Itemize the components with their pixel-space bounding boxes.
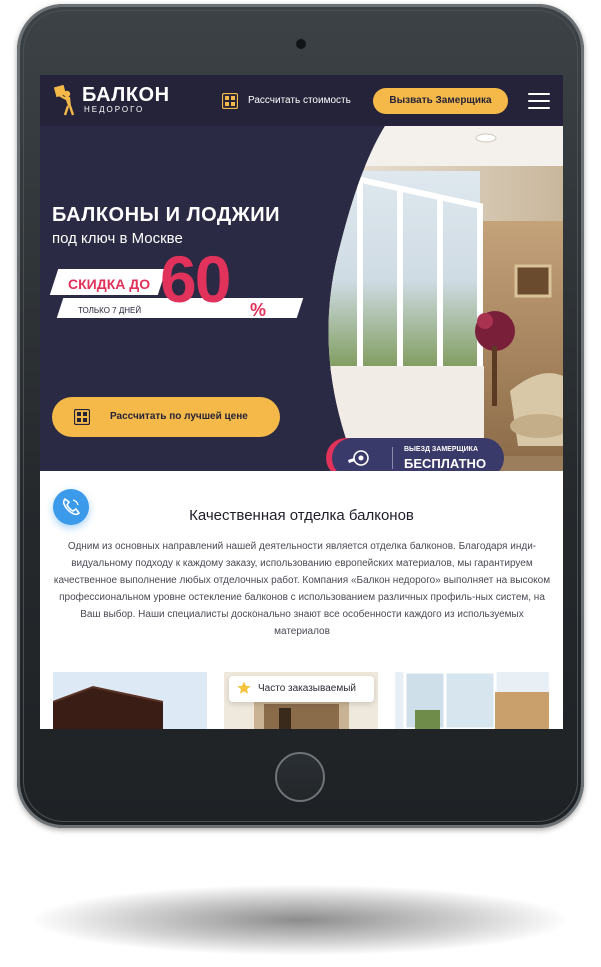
logo-mascot-icon: [53, 84, 75, 116]
calculator-icon: [74, 409, 90, 425]
section-body: Одним из основных направлений нашей деят…: [53, 541, 551, 637]
popular-tag: Часто заказываемый: [229, 676, 374, 702]
product-card[interactable]: [53, 672, 207, 729]
promo-discount-label: СКИДКА ДО: [68, 276, 151, 292]
device-floor-shadow: [35, 885, 566, 955]
calculate-cost-link[interactable]: Рассчитать стоимость: [248, 95, 351, 106]
home-button[interactable]: [275, 752, 325, 802]
calculator-icon: [222, 93, 238, 109]
calculate-best-price-label: Рассчитать по лучшей цене: [110, 411, 248, 422]
section-title: Качественная отделка балконов: [189, 507, 414, 524]
logo-title[interactable]: БАЛКОН: [82, 84, 170, 107]
hero-title: БАЛКОНЫ И ЛОДЖИИ: [52, 204, 281, 226]
badge-divider: [392, 447, 393, 469]
product-card[interactable]: [395, 672, 549, 729]
popular-tag-label: Часто заказываемый: [258, 683, 356, 694]
call-measurer-button[interactable]: Вызвать Замерщика: [373, 88, 508, 114]
promo-percent-sign: %: [250, 300, 267, 320]
card-image: [53, 672, 207, 729]
menu-icon[interactable]: [528, 93, 550, 109]
calculate-best-price-button[interactable]: Рассчитать по лучшей цене: [52, 397, 280, 437]
badge-line2: БЕСПЛАТНО: [404, 456, 487, 471]
free-measurer-badge[interactable]: ВЫЕЗД ЗАМЕРЩИКА БЕСПЛАТНО: [332, 438, 504, 471]
promo-days-label: ТОЛЬКО 7 ДНЕЙ: [78, 306, 142, 315]
tape-measure-icon: [348, 450, 369, 466]
promo-discount-number: 60: [160, 242, 231, 316]
tablet-screen: БАЛКОН НЕДОРОГО Рассчитать стоимость Выз…: [40, 75, 563, 729]
hero-section: БАЛКОНЫ И ЛОДЖИИ под ключ в Москве СКИДК…: [40, 126, 563, 471]
logo-subtitle: НЕДОРОГО: [84, 105, 145, 114]
badge-line1: ВЫЕЗД ЗАМЕРЩИКА: [404, 446, 478, 453]
card-image: [395, 672, 549, 729]
camera-icon: [296, 39, 306, 49]
site-header: БАЛКОН НЕДОРОГО Рассчитать стоимость Выз…: [40, 75, 563, 127]
star-icon: [237, 681, 251, 694]
